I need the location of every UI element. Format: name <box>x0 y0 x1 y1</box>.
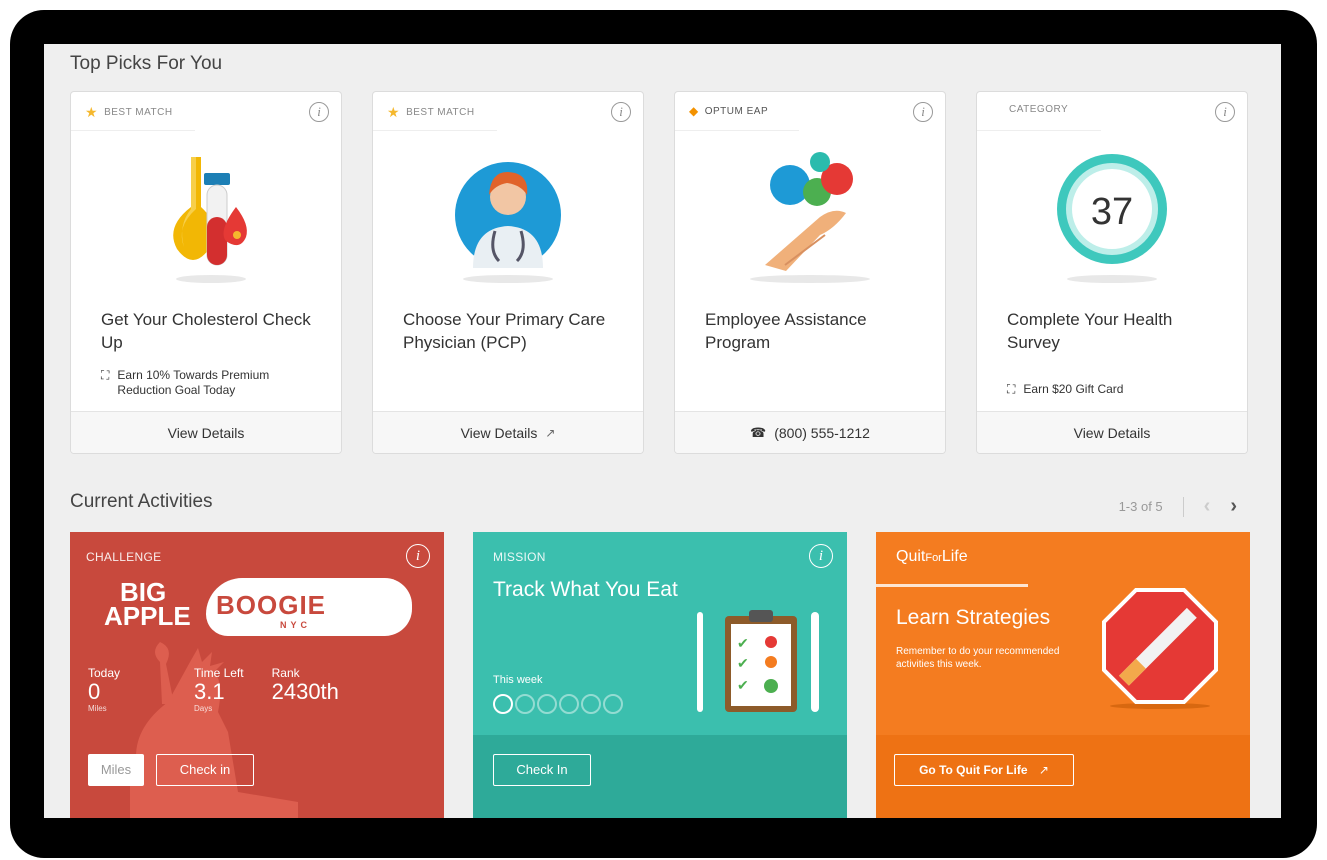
dashboard-screen: Top Picks For You ★ BEST MATCH i Get You… <box>44 44 1281 818</box>
week-progress-dots <box>493 694 623 714</box>
chevron-left-icon[interactable]: ‹ <box>1204 495 1211 518</box>
card-tag: CATEGORY <box>1009 104 1069 115</box>
quit-for-life-logo: QuitForLife <box>896 548 968 565</box>
top-picks-title: Top Picks For You <box>70 53 223 74</box>
card-title: Get Your Cholesterol Check Up <box>101 310 311 352</box>
svg-text:✔: ✔ <box>737 635 749 651</box>
card-title: Employee Assistance Program <box>705 310 867 352</box>
view-details-button[interactable]: View Details <box>71 411 341 453</box>
stat-rank: Rank 2430th <box>271 666 339 704</box>
card-title: Choose Your Primary Care Physician (PCP) <box>403 310 606 352</box>
phone-button[interactable]: ☎ (800) 555-1212 <box>675 411 945 453</box>
tag-divider <box>71 130 195 131</box>
phone-icon: ☎ <box>750 424 767 440</box>
week-day-dot <box>493 694 513 714</box>
card-tag: ★ BEST MATCH <box>85 104 173 120</box>
tag-divider <box>977 130 1101 131</box>
lab-tubes-illustration <box>173 157 247 283</box>
stat-today: Today 0 Miles <box>88 666 121 713</box>
activities-pager: 1-3 of 5 ‹ › <box>1118 495 1237 518</box>
tag-divider <box>675 130 799 131</box>
week-day-dot <box>603 694 623 714</box>
quit-description: Remember to do your recommended activiti… <box>896 646 1060 670</box>
challenge-check-in-button[interactable]: Check in <box>156 754 254 786</box>
week-day-dot <box>581 694 601 714</box>
mission-card[interactable]: MISSION i Track What You Eat ✔ ✔ ✔ This … <box>473 532 847 818</box>
svg-text:✔: ✔ <box>737 677 749 693</box>
chevron-right-icon[interactable]: › <box>1230 495 1237 518</box>
pick-card-pcp[interactable]: ★ BEST MATCH i Choose Your Primary Care … <box>372 91 644 454</box>
info-icon[interactable]: i <box>913 102 933 122</box>
big-apple-boogie-logo: BIG APPLE <box>104 577 191 631</box>
mission-title: Track What You Eat <box>493 578 678 601</box>
pick-card-eap[interactable]: ◆ OPTUM EAP i Employee Assistance Progra… <box>674 91 946 454</box>
stat-time-left: Time Left 3.1 Days <box>194 666 244 713</box>
external-link-icon: ↗ <box>545 425 556 440</box>
week-label: This week <box>493 674 543 686</box>
doctor-illustration <box>455 162 561 283</box>
week-day-dot <box>515 694 535 714</box>
card-tag: ★ BEST MATCH <box>387 104 475 120</box>
week-day-dot <box>559 694 579 714</box>
week-day-dot <box>537 694 557 714</box>
external-link-icon: ↗ <box>1038 763 1049 777</box>
info-icon[interactable]: i <box>406 544 430 568</box>
current-activities-title: Current Activities <box>70 491 213 512</box>
star-icon: ★ <box>387 104 401 120</box>
info-icon[interactable]: i <box>809 544 833 568</box>
gift-icon: ⛶ <box>101 368 110 382</box>
helping-hand-illustration <box>750 152 870 283</box>
info-icon[interactable]: i <box>309 102 329 122</box>
go-to-quit-for-life-button[interactable]: Go To Quit For Life ↗ <box>894 754 1074 786</box>
card-tag: ◆ OPTUM EAP <box>689 104 769 118</box>
quit-for-life-card[interactable]: QuitForLife Learn Strategies Remember to… <box>876 532 1250 818</box>
optum-logo-icon: ◆ <box>689 104 699 118</box>
quit-title: Learn Strategies <box>896 606 1051 629</box>
view-details-button[interactable]: View Details <box>977 411 1247 453</box>
pick-card-cholesterol[interactable]: ★ BEST MATCH i Get Your Cholesterol Chec… <box>70 91 342 454</box>
boogie-sneaker: BOOGIE NYC <box>206 578 412 636</box>
gauge-value: 37 <box>1091 191 1133 233</box>
no-smoking-illustration <box>1102 588 1218 709</box>
pager-divider <box>1182 496 1184 517</box>
challenge-label: CHALLENGE <box>86 550 162 564</box>
gift-icon: ⛶ <box>1007 382 1016 396</box>
food-tracker-clipboard-illustration: ✔ ✔ ✔ <box>697 610 819 712</box>
challenge-card[interactable]: CHALLENGE i BIG APPLE BOOGIE NYC Today 0… <box>70 532 444 818</box>
svg-text:✔: ✔ <box>737 655 749 671</box>
card-title: Complete Your Health Survey <box>1007 310 1173 352</box>
info-icon[interactable]: i <box>611 102 631 122</box>
tag-divider <box>373 130 497 131</box>
brand-underline <box>876 584 1028 587</box>
pick-card-survey[interactable]: CATEGORY i 37 Complete Your Health Surve… <box>976 91 1248 454</box>
mission-label: MISSION <box>493 550 546 564</box>
mission-check-in-button[interactable]: Check In <box>493 754 591 786</box>
star-icon: ★ <box>85 104 99 120</box>
info-icon[interactable]: i <box>1215 102 1235 122</box>
view-details-button[interactable]: View Details ↗ <box>373 411 643 453</box>
score-gauge-illustration: 37 <box>1057 154 1167 283</box>
card-reward: ⛶ Earn 10% Towards Premium Reduction Goa… <box>101 368 270 397</box>
challenge-stats: Today 0 Miles Time Left 3.1 Days Rank 24… <box>88 666 339 713</box>
miles-button[interactable]: Miles <box>88 754 144 786</box>
card-reward: ⛶ Earn $20 Gift Card <box>1007 382 1124 396</box>
